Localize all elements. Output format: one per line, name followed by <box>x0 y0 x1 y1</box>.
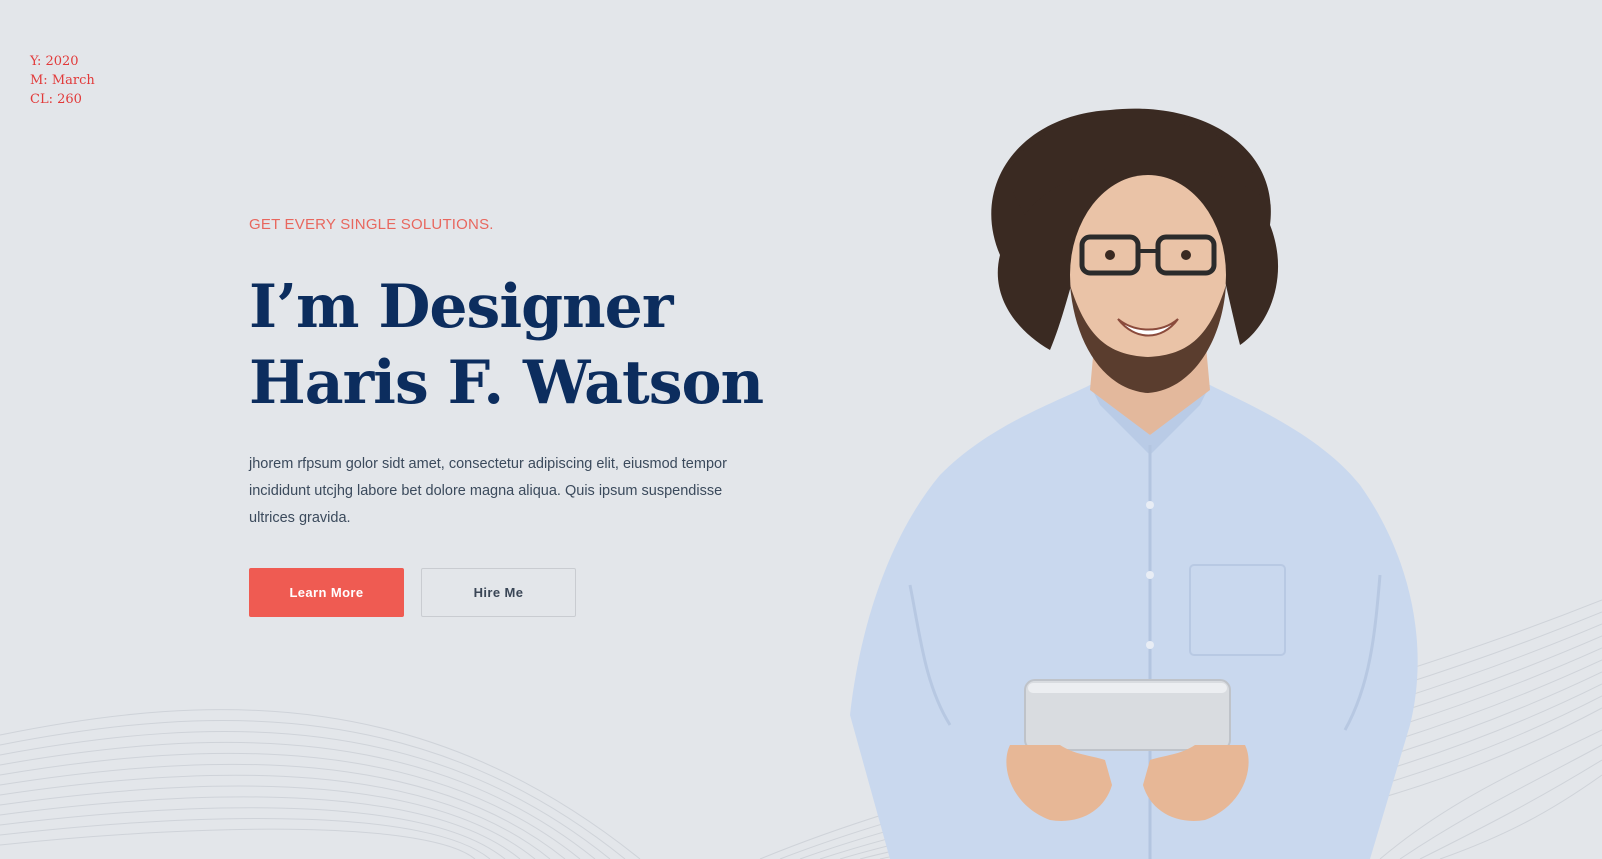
headline-line-1: I’m Designer <box>249 272 673 342</box>
meta-cl: CL: 260 <box>30 92 82 107</box>
hero-eyebrow: GET EVERY SINGLE SOLUTIONS. <box>249 216 494 233</box>
hero-description: jhorem rfpsum golor sidt amet, consectet… <box>249 456 727 526</box>
hero-headline: I’m Designer Haris F. Watson <box>249 269 809 421</box>
meta-readout: Y: 2020 M: March CL: 260 <box>30 52 95 109</box>
hero-section: GET EVERY SINGLE SOLUTIONS. I’m Designer… <box>249 215 809 617</box>
learn-more-button[interactable]: Learn More <box>249 568 404 617</box>
meta-year: Y: 2020 <box>30 54 79 69</box>
portrait-photo-icon <box>850 108 1418 859</box>
hire-me-button[interactable]: Hire Me <box>421 568 576 617</box>
hero-buttons: Learn More Hire Me <box>249 568 809 617</box>
headline-line-2: Haris F. Watson <box>249 348 764 418</box>
meta-month: M: March <box>30 73 95 88</box>
